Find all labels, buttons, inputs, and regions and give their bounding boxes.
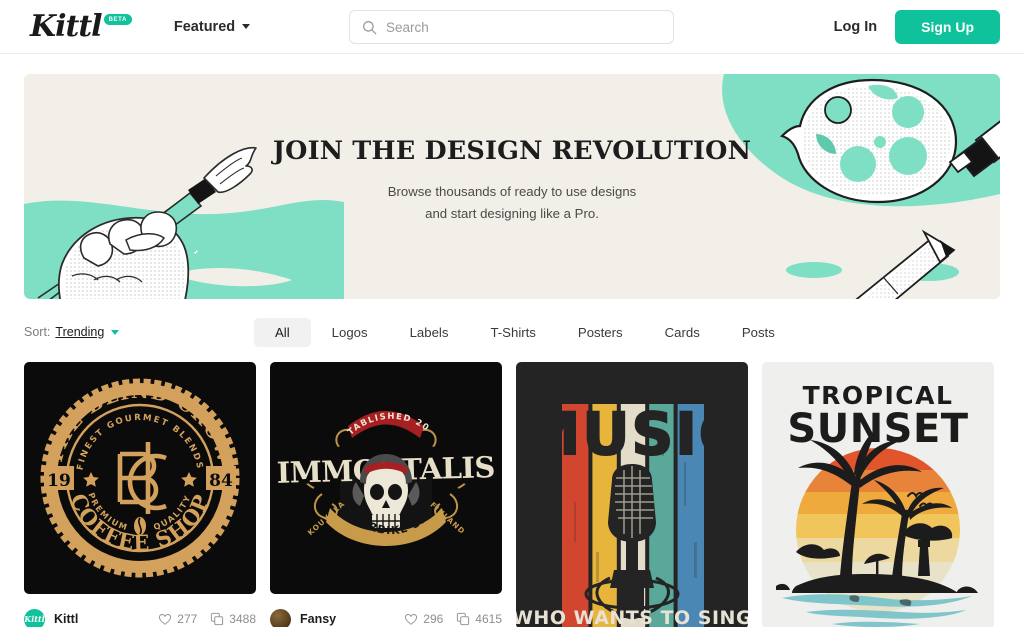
author-name[interactable]: Kittl — [54, 612, 78, 626]
design-thumbnail-blind-crow[interactable]: 19 19 19 84 THE BLIND CROW FINEST GOURME… — [24, 362, 256, 594]
category-tabs: All Logos Labels T-Shirts Posters Cards … — [254, 317, 796, 347]
design-grid: 19 19 19 84 THE BLIND CROW FINEST GOURME… — [24, 362, 1000, 627]
copy-icon — [211, 612, 224, 626]
like-stat[interactable]: 277 — [158, 612, 197, 626]
search-icon — [363, 20, 377, 34]
sort-value[interactable]: Trending — [55, 325, 104, 339]
author-name[interactable]: Fansy — [300, 612, 336, 626]
tab-cards[interactable]: Cards — [644, 318, 721, 347]
hero-copy: JOIN THE DESIGN REVOLUTION Browse thousa… — [24, 136, 1000, 225]
like-count: 296 — [423, 612, 444, 626]
nav-featured-label: Featured — [173, 18, 236, 35]
design-card: ESTABLISHED 2021 IMMORTALIS — [270, 362, 502, 627]
music-poster-artwork: MUSIC WHO WANTS TO SING — [516, 362, 748, 627]
card-stats: 296 4615 — [404, 612, 502, 626]
design-card: TROPICAL SUNSET — [762, 362, 994, 627]
search-input[interactable] — [386, 19, 661, 35]
svg-text:SUNSET: SUNSET — [787, 406, 968, 452]
copy-stat[interactable]: 3488 — [210, 612, 256, 626]
hero-subtitle: Browse thousands of ready to use designs… — [24, 181, 1000, 225]
login-link[interactable]: Log In — [834, 19, 878, 35]
svg-text:19: 19 — [47, 471, 71, 491]
like-stat[interactable]: 296 — [404, 612, 443, 626]
avatar[interactable] — [270, 608, 291, 627]
sort-control[interactable]: Sort: Trending — [24, 325, 120, 339]
site-header: Kittl BETA Featured Log In Sign Up — [0, 0, 1024, 54]
logo[interactable]: Kittl BETA — [30, 8, 132, 44]
copy-stat[interactable]: 4615 — [456, 612, 502, 626]
header-actions: Log In Sign Up — [834, 0, 1000, 54]
like-count: 277 — [177, 612, 198, 626]
chevron-down-icon — [111, 329, 120, 335]
tab-t-shirts[interactable]: T-Shirts — [469, 318, 556, 347]
tab-labels[interactable]: Labels — [389, 318, 470, 347]
card-footer: Kittl Kittl 277 3488 — [24, 602, 256, 627]
design-thumbnail-immortalis[interactable]: ESTABLISHED 2021 IMMORTALIS — [270, 362, 502, 594]
design-card: 19 19 19 84 THE BLIND CROW FINEST GOURME… — [24, 362, 256, 627]
heart-icon — [159, 613, 172, 625]
tropical-sunset-artwork: TROPICAL SUNSET — [762, 362, 994, 627]
logo-text: Kittl — [30, 8, 103, 44]
filter-bar: Sort: Trending All Logos Labels T-Shirts… — [24, 315, 1000, 349]
copy-count: 4615 — [475, 612, 502, 626]
design-card: MUSIC WHO WANTS TO SING — [516, 362, 748, 627]
copy-count: 3488 — [229, 612, 256, 626]
hero-subtitle-line1: Browse thousands of ready to use designs — [387, 184, 637, 199]
hero-subtitle-line2: and start designing like a Pro. — [425, 205, 599, 221]
signup-button[interactable]: Sign Up — [895, 10, 1000, 44]
hero-title: JOIN THE DESIGN REVOLUTION — [272, 136, 752, 166]
hero-banner: JOIN THE DESIGN REVOLUTION Browse thousa… — [24, 74, 1000, 299]
blind-crow-badge-artwork: 19 19 19 84 THE BLIND CROW FINEST GOURME… — [24, 362, 256, 594]
tab-all[interactable]: All — [254, 317, 311, 347]
svg-text:WHO WANTS TO SING: WHO WANTS TO SING — [516, 607, 748, 627]
search-box[interactable] — [349, 10, 674, 44]
svg-text:84: 84 — [209, 471, 233, 491]
heart-icon — [405, 613, 418, 625]
copy-icon — [457, 612, 470, 626]
avatar-initials: Kittl — [24, 614, 45, 624]
immortalis-emblem-artwork: ESTABLISHED 2021 IMMORTALIS — [270, 362, 502, 594]
avatar[interactable]: Kittl — [24, 608, 45, 627]
card-footer: Fansy 296 4615 — [270, 602, 502, 627]
chevron-down-icon — [242, 24, 251, 29]
tab-posters[interactable]: Posters — [557, 318, 644, 347]
tab-posts[interactable]: Posts — [721, 318, 796, 347]
nav-featured-dropdown[interactable]: Featured — [173, 18, 251, 35]
card-stats: 277 3488 — [158, 612, 256, 626]
tab-logos[interactable]: Logos — [311, 318, 389, 347]
beta-badge: BETA — [103, 13, 132, 25]
design-thumbnail-tropical-sunset[interactable]: TROPICAL SUNSET — [762, 362, 994, 627]
design-thumbnail-music[interactable]: MUSIC WHO WANTS TO SING — [516, 362, 748, 627]
sort-label: Sort: — [24, 325, 51, 339]
